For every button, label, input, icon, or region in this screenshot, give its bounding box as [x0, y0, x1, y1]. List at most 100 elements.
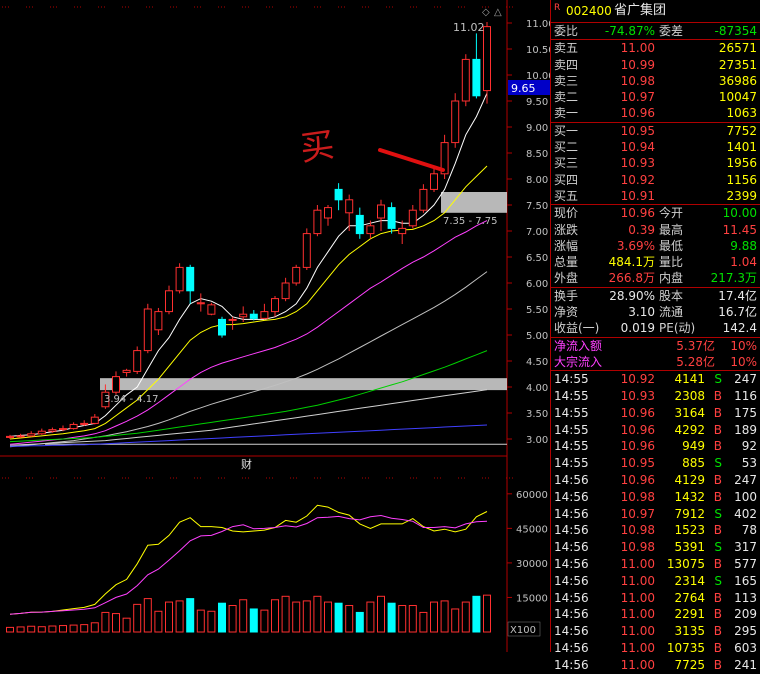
volume-bar [281, 595, 290, 633]
tick-time: 14:56 [554, 506, 589, 521]
tick-row[interactable]: 14:56 11.00 10735 B 603 [551, 640, 760, 657]
stat-row: 总量 484.1万 量比 1.04 [551, 254, 760, 270]
tick-list[interactable]: 14:55 10.92 4141 S 247 14:55 10.93 2308 B 116 14:5… [551, 370, 760, 673]
stat-label: 量比 [659, 255, 684, 270]
price-axis-label: 4.50 [526, 357, 548, 368]
volume-bar [101, 611, 110, 633]
volume-axis-label: 45000 [516, 524, 548, 535]
candle-body [80, 422, 89, 425]
tick-time: 14:55 [554, 405, 589, 420]
bid-row[interactable]: 买二 10.94 1401 [551, 139, 760, 155]
ask-price: 10.99 [620, 57, 655, 72]
ask-row[interactable]: 卖五 11.00 26571 [551, 40, 760, 56]
tick-row[interactable]: 14:55 10.93 2308 B 116 [551, 388, 760, 405]
price-axis-label: 6.00 [526, 279, 548, 290]
candle-body [27, 433, 36, 437]
tick-volume: 7725 [674, 657, 705, 672]
triangle-icon[interactable]: △ [494, 7, 502, 18]
tick-row[interactable]: 14:56 10.98 1523 B 78 [551, 522, 760, 539]
ask-row[interactable]: 卖二 10.97 10047 [551, 89, 760, 105]
stock-flag: R [554, 3, 561, 13]
capital-flow: 净流入额 5.37亿 10% 大宗流入 5.28亿 10% [551, 336, 760, 371]
tick-row[interactable]: 14:56 10.97 7912 S 402 [551, 506, 760, 523]
tick-row[interactable]: 14:56 10.98 5391 S 317 [551, 539, 760, 556]
price-axis-label: 7.00 [526, 227, 548, 238]
tick-row[interactable]: 14:55 10.96 4292 B 189 [551, 422, 760, 439]
current-price-tag: 9.65 [511, 82, 536, 95]
candle-body [133, 350, 142, 372]
fundamental-value: 28.90% [609, 288, 655, 303]
bid-row[interactable]: 买一 10.95 7752 [551, 123, 760, 139]
tick-time: 14:56 [554, 624, 589, 639]
ask-volume: 36986 [718, 73, 757, 88]
candle-body [165, 290, 173, 313]
bid-row[interactable]: 买四 10.92 1156 [551, 172, 760, 188]
ask-price: 10.98 [620, 73, 655, 88]
candle-body [186, 266, 195, 292]
price-axis-label: 8.00 [526, 175, 548, 186]
tick-side: B [713, 557, 722, 571]
tick-time: 14:55 [554, 439, 589, 454]
tick-row[interactable]: 14:55 10.96 949 B 92 [551, 438, 760, 455]
tick-row[interactable]: 14:56 11.00 2764 B 113 [551, 590, 760, 607]
tick-count: 295 [734, 624, 757, 639]
bid-row[interactable]: 买三 10.93 1956 [551, 155, 760, 171]
candle-body [6, 435, 14, 438]
bid-price: 10.91 [620, 188, 655, 203]
candle-body [48, 429, 57, 432]
candle-body [16, 435, 25, 438]
tick-time: 14:55 [554, 389, 589, 404]
bid-row[interactable]: 买五 10.91 2399 [551, 188, 760, 204]
tick-row[interactable]: 14:55 10.95 885 S 53 [551, 455, 760, 472]
ask-row[interactable]: 卖三 10.98 36986 [551, 73, 760, 89]
volume-bar [122, 617, 131, 633]
candle-body [472, 58, 481, 97]
tick-volume: 2314 [674, 573, 705, 588]
tick-count: 603 [734, 640, 757, 655]
volume-bar [419, 611, 428, 633]
bid-price: 10.94 [620, 140, 655, 155]
volume-ma-5 [9, 504, 488, 615]
bid-volume: 2399 [726, 188, 757, 203]
ask-row[interactable]: 卖一 10.96 1063 [551, 105, 760, 121]
tick-row[interactable]: 14:56 11.00 3135 B 295 [551, 623, 760, 640]
tick-row[interactable]: 14:56 11.00 7725 B 241 [551, 657, 760, 674]
tick-row[interactable]: 14:56 10.96 4129 B 247 [551, 472, 760, 489]
candle-body [461, 58, 470, 102]
tick-row[interactable]: 14:56 10.98 1432 B 100 [551, 489, 760, 506]
volume-bar [175, 600, 184, 633]
fundamental-value: 3.10 [628, 305, 655, 320]
tick-row[interactable]: 14:56 11.00 2291 B 209 [551, 606, 760, 623]
tick-row[interactable]: 14:56 11.00 13075 B 577 [551, 556, 760, 573]
tick-row[interactable]: 14:55 10.92 4141 S 247 [551, 371, 760, 388]
tick-row[interactable]: 14:56 11.00 2314 S 165 [551, 573, 760, 590]
stat-label: 内盘 [659, 271, 684, 286]
financial-marker[interactable]: 财 [241, 457, 252, 471]
tick-price: 10.98 [620, 540, 655, 555]
stat-row: 外盘 266.8万 内盘 217.3万 [551, 270, 760, 286]
ask-row[interactable]: 卖四 10.99 27351 [551, 57, 760, 73]
tick-volume: 13075 [666, 557, 705, 571]
diamond-icon[interactable]: ◇ [482, 7, 490, 18]
candle-body [483, 26, 491, 92]
volume-bar [313, 595, 322, 633]
tick-time: 14:56 [554, 523, 589, 538]
bid-price: 10.92 [620, 172, 655, 187]
tick-volume: 2308 [674, 389, 705, 404]
tick-count: 92 [741, 439, 757, 454]
bid-label: 买四 [554, 172, 579, 187]
tick-count: 175 [734, 405, 757, 420]
kline-chart[interactable]: 11.0010.5010.009.509.008.508.007.507.006… [0, 0, 550, 652]
tick-side: S [714, 540, 722, 555]
volume-axis-label: 60000 [516, 490, 548, 501]
volume-bars[interactable] [6, 594, 491, 633]
tick-side: B [713, 657, 722, 672]
tick-row[interactable]: 14:55 10.96 3164 B 175 [551, 405, 760, 422]
tick-volume: 3164 [674, 405, 705, 420]
stock-header[interactable]: R 002400 省广集团 [551, 0, 760, 22]
ma-line-1 [9, 165, 488, 440]
price-axis-label: 9.50 [526, 97, 548, 108]
fundamental-label: 流通 [659, 305, 684, 320]
flow-percent: 10% [730, 338, 757, 353]
bid-label: 买三 [554, 156, 579, 171]
